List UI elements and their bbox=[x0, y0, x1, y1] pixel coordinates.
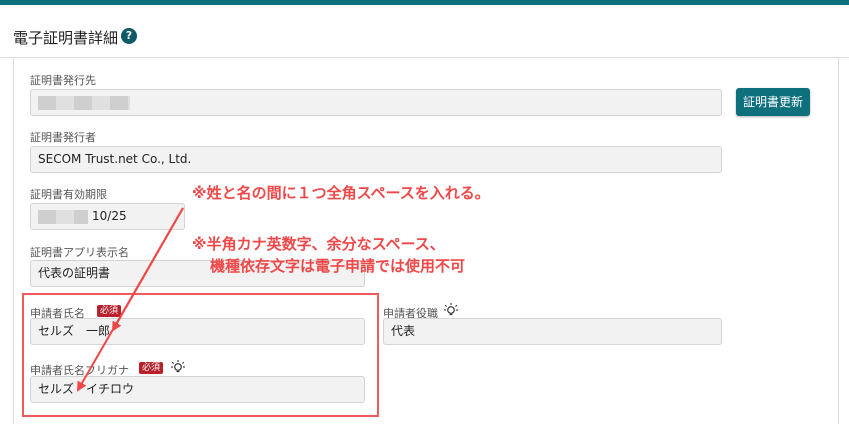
annotation-note-restriction-line1: ※半角カナ英数字、余分なスペース、 bbox=[192, 235, 445, 253]
redacted-value bbox=[38, 209, 88, 224]
applicant-title-input[interactable]: 代表 bbox=[383, 318, 722, 345]
issuer-field: SECOM Trust.net Co., Ltd. bbox=[30, 146, 722, 173]
redacted-value bbox=[38, 95, 130, 110]
annotation-note-restriction-line2: 機種依存文字は電子申請では使用不可 bbox=[210, 257, 466, 275]
page-header: 電子証明書詳細 ? bbox=[0, 5, 849, 58]
expiry-label: 証明書有効期限 bbox=[30, 188, 107, 201]
app-display-name-label: 証明書アプリ表示名 bbox=[30, 246, 129, 259]
issued-to-label: 証明書発行先 bbox=[30, 74, 96, 87]
page-title: 電子証明書詳細 bbox=[13, 29, 119, 47]
annotation-note-space: ※姓と名の間に１つ全角スペースを入れる。 bbox=[192, 184, 490, 202]
annotation-highlight-box bbox=[22, 293, 379, 417]
expiry-field: 10/25 bbox=[30, 203, 185, 230]
issuer-value: SECOM Trust.net Co., Ltd. bbox=[38, 152, 192, 166]
app-display-name-value: 代表の証明書 bbox=[38, 266, 111, 280]
issued-to-field bbox=[30, 89, 722, 116]
help-icon[interactable]: ? bbox=[121, 28, 137, 44]
lightbulb-icon bbox=[444, 303, 458, 316]
applicant-title-value: 代表 bbox=[391, 324, 416, 338]
issuer-label: 証明書発行者 bbox=[30, 131, 96, 144]
expiry-value: 10/25 bbox=[92, 209, 127, 223]
renew-certificate-button[interactable]: 証明書更新 bbox=[736, 88, 810, 116]
